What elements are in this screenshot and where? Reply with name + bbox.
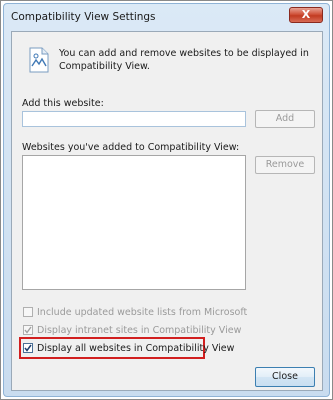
checkmark-icon — [24, 326, 32, 334]
remove-button[interactable]: Remove — [255, 156, 315, 174]
display-all-websites-option[interactable]: Display all websites in Compatibility Vi… — [23, 341, 234, 355]
info-message: You can add and remove websites to be di… — [59, 48, 309, 72]
added-websites-label: Websites you've added to Compatibility V… — [22, 142, 240, 153]
close-button[interactable]: Close — [255, 367, 315, 387]
globe-document-icon — [29, 47, 49, 73]
intranet-sites-label: Display intranet sites in Compatibility … — [37, 324, 242, 336]
intranet-sites-option[interactable]: Display intranet sites in Compatibility … — [23, 323, 241, 337]
dialog-window: Compatibility View Settings X You can ad… — [3, 3, 330, 397]
checkmark-icon — [24, 344, 32, 352]
intranet-sites-checkbox[interactable] — [23, 325, 33, 335]
add-website-input[interactable] — [22, 111, 246, 127]
display-all-websites-label: Display all websites in Compatibility Vi… — [37, 342, 235, 354]
window-title: Compatibility View Settings — [11, 11, 156, 23]
include-microsoft-lists-label: Include updated website lists from Micro… — [37, 306, 248, 318]
display-all-websites-checkbox[interactable] — [23, 343, 33, 353]
add-website-label: Add this website: — [22, 98, 104, 109]
include-microsoft-lists-option[interactable]: Include updated website lists from Micro… — [23, 305, 247, 319]
added-websites-list[interactable] — [22, 155, 246, 290]
close-icon: X — [301, 8, 311, 21]
include-microsoft-lists-checkbox[interactable] — [23, 307, 33, 317]
dialog-body: You can add and remove websites to be di… — [11, 31, 323, 391]
title-bar[interactable]: Compatibility View Settings X — [4, 4, 329, 32]
window-close-button[interactable]: X — [289, 7, 323, 23]
add-button[interactable]: Add — [255, 110, 315, 128]
screenshot-frame: Compatibility View Settings X You can ad… — [0, 0, 333, 400]
